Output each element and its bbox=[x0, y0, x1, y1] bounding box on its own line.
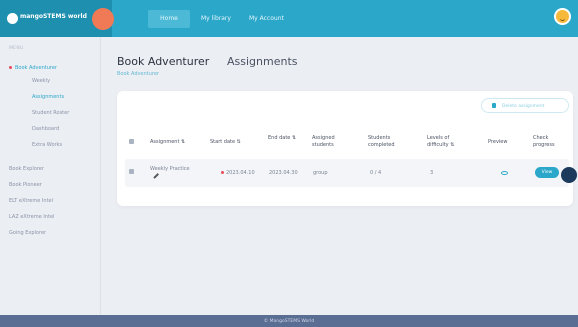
col-header-students-completed: Students completed bbox=[368, 135, 395, 148]
sidebar-sub-weekly[interactable]: Weekly bbox=[32, 78, 50, 84]
sidebar-sub-dashboard[interactable]: Dashboard bbox=[32, 126, 59, 132]
nav-my-library[interactable]: My library bbox=[201, 15, 231, 22]
start-date-dot-icon bbox=[221, 171, 224, 174]
view-progress-button[interactable]: View bbox=[535, 167, 559, 178]
row-start-date: 2023.04.10 bbox=[221, 170, 255, 176]
sidebar-header: MENU bbox=[9, 46, 24, 51]
sidebar-sub-assignments[interactable]: Assignments bbox=[32, 94, 64, 100]
row-checkbox[interactable] bbox=[129, 169, 134, 174]
scroll-indicator-dot[interactable] bbox=[561, 167, 577, 183]
sidebar-sub-extra-works[interactable]: Extra Works bbox=[32, 142, 62, 148]
edit-pencil-icon[interactable] bbox=[153, 172, 159, 179]
row-assignment[interactable]: Weekly Practice bbox=[150, 166, 190, 180]
col-header-assigned-students: Assigned students bbox=[312, 135, 335, 148]
assignments-card: Delete assignment Assignment ⇅ Start dat… bbox=[117, 91, 573, 206]
sidebar: MENU Book Adventurer Weekly Assignments … bbox=[0, 37, 101, 315]
sidebar-item-book-explorer[interactable]: Book Explorer bbox=[9, 166, 44, 172]
tab-assignments[interactable]: Assignments bbox=[227, 55, 298, 68]
delete-assignment-button[interactable]: Delete assignment bbox=[481, 98, 569, 113]
trash-icon bbox=[492, 103, 496, 108]
col-header-check-progress: Check progress bbox=[533, 135, 555, 148]
col-header-assignment[interactable]: Assignment ⇅ bbox=[150, 139, 185, 146]
row-students-completed: 0 / 4 bbox=[370, 170, 382, 176]
select-all-checkbox[interactable] bbox=[129, 139, 134, 144]
preview-eye-icon[interactable] bbox=[501, 171, 508, 175]
col-header-end-date[interactable]: End date ⇅ bbox=[268, 135, 300, 142]
breadcrumb[interactable]: Book Adventurer bbox=[117, 71, 159, 77]
brand[interactable]: mangoSTEMS world bbox=[0, 0, 119, 37]
nav-home[interactable]: Home bbox=[148, 10, 190, 28]
brand-badge-icon bbox=[87, 3, 119, 35]
brand-name: mangoSTEMS world bbox=[20, 13, 87, 20]
sidebar-item-elt-extreme[interactable]: ELT eXtreme Intel bbox=[9, 198, 53, 204]
row-end-date: 2023.04.30 bbox=[269, 170, 298, 176]
brand-logo-icon bbox=[7, 13, 18, 24]
footer: © MangoSTEMS World bbox=[0, 315, 578, 327]
active-dot-icon bbox=[9, 66, 12, 69]
sidebar-item-book-pioneer[interactable]: Book Pioneer bbox=[9, 182, 42, 188]
nav-my-account[interactable]: My Account bbox=[249, 15, 284, 22]
sidebar-sub-student-roster[interactable]: Student Roster bbox=[32, 110, 69, 116]
sidebar-item-going-explorer[interactable]: Going Explorer bbox=[9, 230, 46, 236]
sidebar-item-book-adventurer[interactable]: Book Adventurer bbox=[9, 65, 57, 71]
row-levels: 3 bbox=[430, 170, 434, 176]
assignment-name: Weekly Practice bbox=[150, 166, 190, 172]
col-header-levels[interactable]: Levels of difficulty ⇅ bbox=[427, 135, 471, 149]
col-header-preview: Preview bbox=[488, 139, 508, 145]
delete-assignment-label: Delete assignment bbox=[502, 104, 545, 109]
start-date-value: 2023.04.10 bbox=[226, 170, 255, 176]
page-title: Book Adventurer bbox=[117, 55, 210, 68]
user-avatar[interactable] bbox=[554, 8, 571, 25]
col-header-start-date[interactable]: Start date ⇅ bbox=[210, 139, 241, 146]
sidebar-item-laz-extreme[interactable]: LAZ eXtreme Intel bbox=[9, 214, 54, 220]
row-assigned-students: group bbox=[313, 170, 328, 176]
top-navbar: mangoSTEMS world Home My library My Acco… bbox=[0, 0, 578, 37]
sidebar-item-label: Book Adventurer bbox=[15, 65, 57, 71]
